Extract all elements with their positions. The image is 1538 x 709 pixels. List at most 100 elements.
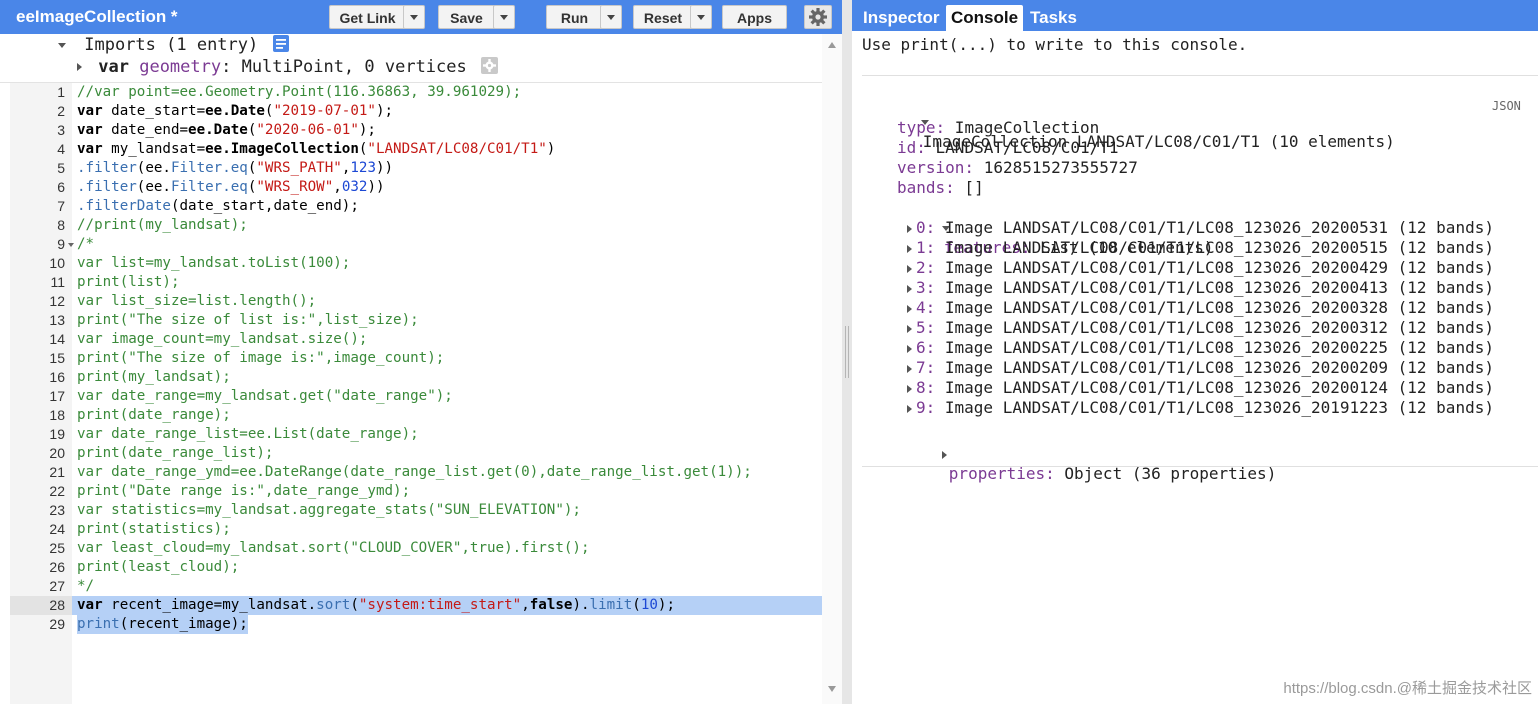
save-dropdown-icon[interactable]: [493, 5, 515, 29]
expand-arrow-icon[interactable]: [907, 224, 912, 233]
code-token: ).: [572, 597, 590, 613]
document-icon[interactable]: [272, 35, 289, 52]
code-line[interactable]: var list=my_landsat.toList(100);: [72, 254, 822, 273]
reset-button[interactable]: Reset: [633, 5, 693, 29]
field-value: LANDSAT/LC08/C01/T1: [925, 138, 1119, 157]
code-token: Filter.eq: [170, 160, 248, 176]
code-line-text: print("The size of list is:",list_size);: [77, 311, 419, 330]
expand-arrow-icon[interactable]: [907, 284, 912, 293]
feature-value: Image LANDSAT/LC08/C01/T1/LC08_123026_20…: [935, 358, 1494, 377]
collapse-arrow-icon[interactable]: [58, 42, 66, 48]
code-line[interactable]: print(recent_image);: [72, 615, 822, 634]
code-token: .filterDate: [77, 198, 171, 214]
feature-row[interactable]: 8: Image LANDSAT/LC08/C01/T1/LC08_123026…: [907, 378, 1494, 398]
expand-arrow-icon[interactable]: [907, 384, 912, 393]
line-number: 27: [10, 577, 72, 596]
code-line[interactable]: var my_landsat=ee.ImageCollection("LANDS…: [72, 140, 822, 159]
line-number: 4: [10, 140, 72, 159]
reset-dropdown-icon[interactable]: [690, 5, 712, 29]
expand-arrow-icon[interactable]: [77, 63, 82, 71]
gear-icon: [809, 8, 827, 26]
properties-row[interactable]: properties: Object (36 properties): [884, 424, 1276, 504]
line-number-text: 8: [57, 217, 65, 233]
feature-row[interactable]: 6: Image LANDSAT/LC08/C01/T1/LC08_123026…: [907, 338, 1494, 358]
run-dropdown-icon[interactable]: [600, 5, 622, 29]
get-link-dropdown-icon[interactable]: [403, 5, 425, 29]
code-line[interactable]: //print(my_landsat);: [72, 216, 822, 235]
code-token: var: [77, 597, 103, 613]
code-line[interactable]: var statistics=my_landsat.aggregate_stat…: [72, 501, 822, 520]
expand-arrow-icon[interactable]: [907, 264, 912, 273]
feature-row[interactable]: 7: Image LANDSAT/LC08/C01/T1/LC08_123026…: [907, 358, 1494, 378]
run-button[interactable]: Run: [546, 5, 603, 29]
code-line[interactable]: print(list);: [72, 273, 822, 292]
code-line[interactable]: print("The size of list is:",list_size);: [72, 311, 822, 330]
code-line[interactable]: .filter(ee.Filter.eq("WRS_PATH",123)): [72, 159, 822, 178]
code-token: date_start=: [102, 103, 206, 119]
feature-value: Image LANDSAT/LC08/C01/T1/LC08_123026_20…: [935, 298, 1494, 317]
code-line[interactable]: //var point=ee.Geometry.Point(116.36863,…: [72, 83, 822, 102]
expand-arrow-icon[interactable]: [907, 404, 912, 413]
expand-arrow-icon[interactable]: [907, 344, 912, 353]
code-line[interactable]: /*: [72, 235, 822, 254]
import-var-name[interactable]: geometry: [139, 57, 221, 77]
apps-button[interactable]: Apps: [722, 5, 787, 29]
code-token: //var point=ee.Geometry.Point(116.36863,…: [77, 84, 522, 100]
code-line[interactable]: var date_range=my_landsat.get("date_rang…: [72, 387, 822, 406]
editor-scrollbar[interactable]: [822, 34, 842, 704]
code-line[interactable]: .filterDate(date_start,date_end);: [72, 197, 822, 216]
code-line[interactable]: var date_start=ee.Date("2019-07-01");: [72, 102, 822, 121]
editor-toolbar: eeImageCollection * Get Link Save Run Re…: [0, 0, 842, 34]
tab-tasks[interactable]: Tasks: [1025, 5, 1082, 31]
code-line[interactable]: print(my_landsat);: [72, 368, 822, 387]
feature-row[interactable]: 4: Image LANDSAT/LC08/C01/T1/LC08_123026…: [907, 298, 1494, 318]
code-line[interactable]: var list_size=list.length();: [72, 292, 822, 311]
code-token: var least_cloud=my_landsat.sort("CLOUD_C…: [77, 540, 590, 556]
code-line[interactable]: var date_range_list=ee.List(date_range);: [72, 425, 822, 444]
code-line[interactable]: var image_count=my_landsat.size();: [72, 330, 822, 349]
expand-arrow-icon[interactable]: [907, 304, 912, 313]
tab-console[interactable]: Console: [946, 5, 1024, 31]
feature-row[interactable]: 5: Image LANDSAT/LC08/C01/T1/LC08_123026…: [907, 318, 1494, 338]
code-line[interactable]: var recent_image=my_landsat.sort("system…: [72, 596, 822, 615]
feature-row[interactable]: 3: Image LANDSAT/LC08/C01/T1/LC08_123026…: [907, 278, 1494, 298]
code-line[interactable]: var date_end=ee.Date("2020-06-01");: [72, 121, 822, 140]
code-line[interactable]: print(date_range);: [72, 406, 822, 425]
code-line[interactable]: print(statistics);: [72, 520, 822, 539]
gear-icon[interactable]: [481, 57, 498, 74]
console-output: Use print(...) to write to this console.…: [852, 31, 1538, 704]
panel-divider-handle[interactable]: [842, 0, 852, 704]
feature-row[interactable]: 2: Image LANDSAT/LC08/C01/T1/LC08_123026…: [907, 258, 1494, 278]
settings-button[interactable]: [804, 5, 832, 29]
save-button[interactable]: Save: [438, 5, 495, 29]
feature-row[interactable]: 1: Image LANDSAT/LC08/C01/T1/LC08_123026…: [907, 238, 1494, 258]
expand-arrow-icon[interactable]: [907, 364, 912, 373]
code-token: var date_range_list=ee.List(date_range);: [77, 426, 419, 442]
expand-arrow-icon[interactable]: [907, 244, 912, 253]
feature-row[interactable]: 9: Image LANDSAT/LC08/C01/T1/LC08_123026…: [907, 398, 1494, 418]
code-line[interactable]: print(least_cloud);: [72, 558, 822, 577]
code-area[interactable]: //var point=ee.Geometry.Point(116.36863,…: [72, 83, 822, 704]
code-line[interactable]: print("The size of image is:",image_coun…: [72, 349, 822, 368]
code-line[interactable]: var least_cloud=my_landsat.sort("CLOUD_C…: [72, 539, 822, 558]
code-line[interactable]: print("Date range is:",date_range_ymd);: [72, 482, 822, 501]
json-toggle[interactable]: JSON: [1492, 99, 1521, 113]
expand-arrow-icon[interactable]: [907, 324, 912, 333]
get-link-button[interactable]: Get Link: [329, 5, 406, 29]
code-line[interactable]: .filter(ee.Filter.eq("WRS_ROW",032)): [72, 178, 822, 197]
code-token: sort: [316, 597, 351, 613]
line-number: 25: [10, 539, 72, 558]
code-line-text: var date_end=ee.Date("2020-06-01");: [77, 121, 376, 140]
code-line[interactable]: var date_range_ymd=ee.DateRange(date_ran…: [72, 463, 822, 482]
feature-value: Image LANDSAT/LC08/C01/T1/LC08_123026_20…: [935, 218, 1494, 237]
code-token: Filter.eq: [170, 179, 248, 195]
code-token: print: [77, 616, 120, 632]
code-line[interactable]: */: [72, 577, 822, 596]
geometry-import-row[interactable]: var geometry: MultiPoint, 0 vertices: [77, 57, 498, 79]
code-line[interactable]: print(date_range_list);: [72, 444, 822, 463]
imports-toggle[interactable]: Imports (1 entry): [58, 35, 289, 57]
feature-row[interactable]: 0: Image LANDSAT/LC08/C01/T1/LC08_123026…: [907, 218, 1494, 238]
expand-arrow-icon[interactable]: [941, 450, 947, 459]
code-token: 10: [640, 597, 658, 613]
tab-inspector[interactable]: Inspector: [858, 5, 945, 31]
